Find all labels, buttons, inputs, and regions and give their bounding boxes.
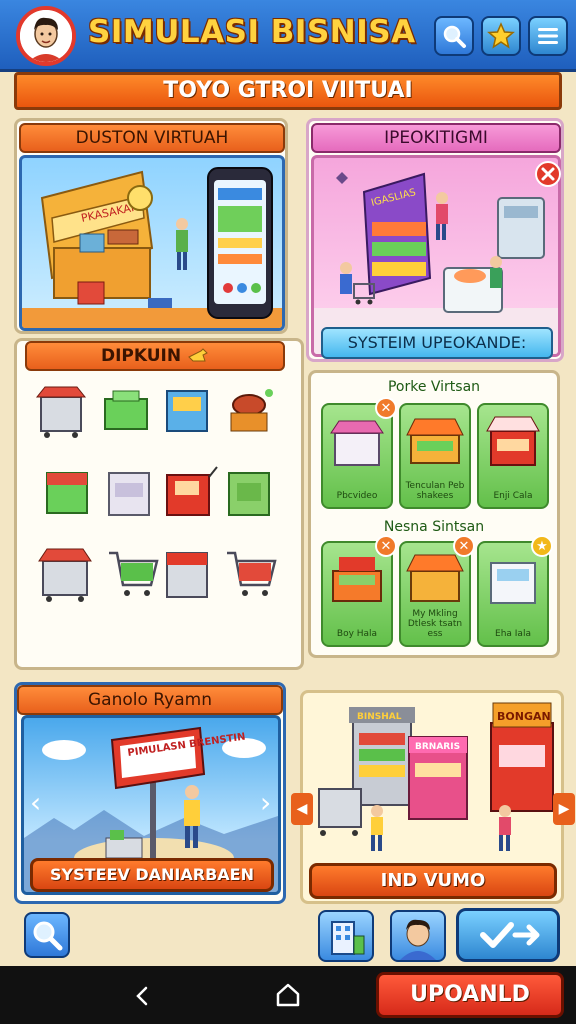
store-illustration: PKASAKAI: [22, 167, 282, 328]
upload-button[interactable]: UPOANLD: [376, 972, 564, 1018]
grill-item: [230, 389, 273, 432]
top-bar: SIMULASI BISNISA: [0, 0, 576, 72]
confirm-button[interactable]: [456, 908, 560, 962]
page-banner: TOYO GTROI VIITUAI: [14, 72, 562, 110]
remove-card-1-button[interactable]: ✕: [375, 397, 397, 419]
carousel-prev-arrow[interactable]: ‹: [30, 788, 52, 820]
character-button[interactable]: [390, 910, 446, 962]
menu-icon: [538, 28, 558, 44]
check-arrow-icon: [480, 922, 540, 948]
player-avatar[interactable]: [16, 6, 76, 66]
red-box-item: [46, 472, 88, 514]
shop-card-1[interactable]: ✕ Pbcvideo: [321, 397, 397, 509]
section2-title: Nesna Sintsan: [383, 519, 485, 535]
home-icon[interactable]: [274, 982, 302, 1008]
cart-stand-item: [35, 386, 87, 438]
market-next-arrow[interactable]: ▶: [553, 793, 575, 825]
system-nav-bar: UPOANLD: [0, 966, 576, 1024]
shopping-cart-item-1: [109, 551, 159, 596]
cards-panel: Porke Virtsan ✕ Pbcvideo Tenculan Peb sh…: [308, 370, 560, 658]
shop-card-4[interactable]: ✕ Boy Hala: [321, 535, 397, 647]
star-icon: [487, 22, 515, 49]
close-equipment-button[interactable]: [535, 161, 561, 187]
virtual-store-panel: DUSTON VIRTUAH PKASAKAI: [14, 118, 288, 334]
shop-card-6[interactable]: ★ Eha Iala: [477, 535, 553, 647]
shop-card-5[interactable]: ✕ My Mkling Dtlesk tsatn ess: [399, 535, 475, 647]
close-icon: [541, 167, 555, 181]
market-prev-arrow[interactable]: ◀: [291, 793, 313, 825]
avatar-icon: [20, 10, 72, 62]
market-illustration[interactable]: BINSHAL BRNARIS BONGAN: [303, 693, 561, 863]
section1-title: Porke Virtsan: [387, 379, 481, 395]
menu-button[interactable]: [528, 16, 568, 56]
white-stall-item: [108, 472, 150, 516]
shop-card-3-label: Enji Cala: [493, 491, 533, 501]
search-button[interactable]: [434, 16, 474, 56]
carousel-panel: Ganolo Ryamn PIMULASN BRENSTIN ‹ › SYSTE…: [14, 682, 286, 904]
shop-card-2[interactable]: Tenculan Peb shakees: [399, 403, 471, 509]
zoom-button[interactable]: [24, 912, 70, 958]
app-title: SIMULASI BISNISA: [88, 14, 416, 50]
red-container-item: [166, 552, 208, 598]
shop-card-3[interactable]: Enji Cala: [477, 403, 549, 509]
hand-pointer-icon: [188, 348, 208, 362]
pickup-panel: DIPKUIN: [14, 338, 304, 670]
equipment-title: IPEOKITIGMI: [311, 123, 561, 153]
green-bin-item: [104, 390, 148, 430]
blue-fridge-item: [166, 390, 208, 432]
carousel-scene[interactable]: PIMULASN BRENSTIN ‹ › SYSTEEV DANIARBAEN: [21, 715, 281, 895]
pickup-items-grid[interactable]: [17, 377, 301, 667]
market-sign-1: BINSHAL: [357, 712, 402, 722]
character-icon: [400, 919, 436, 960]
equipment-panel: IPEOKITIGMI IGASLIAS SYSTEIM UPEOKANDE:: [306, 118, 564, 362]
favorites-button[interactable]: [481, 16, 521, 56]
shop-card-6-label: Eha Iala: [495, 629, 531, 639]
magnifier-icon: [33, 921, 63, 951]
food-cart-item: [38, 548, 92, 602]
building-button[interactable]: [318, 910, 374, 962]
market-panel: BINSHAL BRNARIS BONGAN ◀ ▶ IND VUMO: [291, 690, 575, 904]
shop-2-icon: [406, 418, 464, 464]
pickup-title: DIPKUIN: [25, 341, 285, 371]
market-sign-3: BONGAN: [497, 710, 551, 723]
carousel-title: Ganolo Ryamn: [17, 685, 283, 715]
shop-card-2-label: Tenculan Peb shakees: [405, 481, 465, 501]
carousel-next-arrow[interactable]: ›: [260, 788, 278, 820]
shop-3-icon: [486, 416, 540, 466]
market-action-button[interactable]: IND VUMO: [309, 863, 557, 899]
system-button[interactable]: SYSTEEV DANIARBAEN: [30, 858, 274, 892]
shop-card-1-label: Pbcvideo: [336, 491, 378, 501]
virtual-store-scene[interactable]: PKASAKAI: [19, 155, 285, 331]
market-sign-2: BRNARIS: [415, 742, 460, 752]
shopping-cart-item-2: [227, 551, 277, 596]
back-icon[interactable]: [132, 984, 152, 1008]
remove-card-5-button[interactable]: ✕: [453, 535, 475, 557]
red-machine-item: [166, 466, 218, 516]
pickup-title-text: DIPKUIN: [100, 346, 182, 366]
system-upgrade-button[interactable]: SYSTEIM UPEOKANDE:: [321, 327, 553, 359]
remove-card-4-button[interactable]: ✕: [375, 535, 397, 557]
favorite-card-6-button[interactable]: ★: [531, 535, 553, 557]
shop-card-5-label: My Mkling Dtlesk tsatn ess: [407, 609, 463, 639]
building-icon: [331, 921, 365, 955]
green-crate-item: [228, 472, 270, 516]
virtual-store-title: DUSTON VIRTUAH: [19, 123, 285, 153]
shop-card-4-label: Boy Hala: [336, 629, 378, 639]
search-icon: [443, 25, 466, 48]
